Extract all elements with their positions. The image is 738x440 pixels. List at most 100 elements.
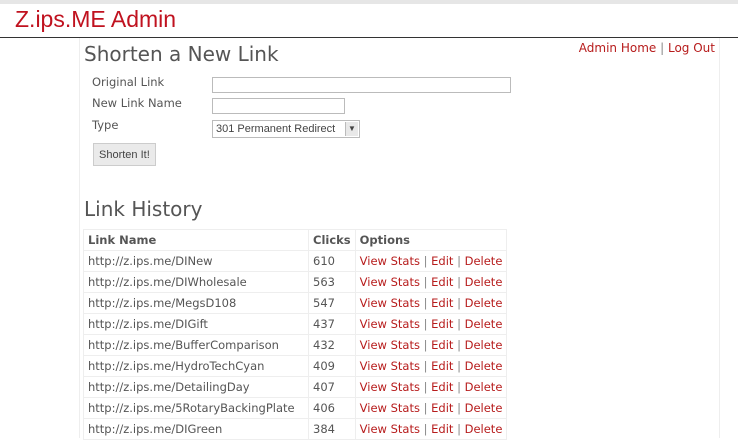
click-count: 407 xyxy=(308,376,356,398)
separator: | xyxy=(457,380,461,394)
log-out-link[interactable]: Log Out xyxy=(668,41,715,55)
options-cell: View Stats | Edit | Delete xyxy=(354,376,508,398)
separator: | xyxy=(423,359,428,373)
table-row: http://z.ips.me/HydroTechCyan 409 View S… xyxy=(83,355,508,377)
click-count: 409 xyxy=(308,355,356,377)
table-row: http://z.ips.me/MegsD108 547 View Stats … xyxy=(83,292,508,314)
link-history-title: Link History xyxy=(84,197,203,221)
options-cell: View Stats | Edit | Delete xyxy=(354,292,508,314)
type-select[interactable]: 301 Permanent Redirect ▼ xyxy=(212,120,360,138)
view-stats-link[interactable]: View Stats xyxy=(360,254,420,268)
separator: | xyxy=(457,254,461,268)
edit-link[interactable]: Edit xyxy=(431,380,453,394)
site-logo[interactable]: Z.ips.ME Admin xyxy=(15,6,176,33)
type-select-value: 301 Permanent Redirect xyxy=(216,123,336,135)
type-label: Type xyxy=(92,118,119,132)
separator: | xyxy=(457,359,461,373)
click-count: 563 xyxy=(308,271,356,293)
table-row: http://z.ips.me/DIGift 437 View Stats | … xyxy=(83,313,508,335)
click-count: 432 xyxy=(308,334,356,356)
edit-link[interactable]: Edit xyxy=(431,275,453,289)
view-stats-link[interactable]: View Stats xyxy=(360,317,420,331)
column-header: Clicks xyxy=(308,229,356,251)
link-name: http://z.ips.me/5RotaryBackingPlate xyxy=(83,397,309,419)
separator: | xyxy=(423,401,428,415)
view-stats-link[interactable]: View Stats xyxy=(360,296,420,310)
edit-link[interactable]: Edit xyxy=(431,422,453,436)
chevron-down-icon[interactable]: ▼ xyxy=(345,122,358,136)
separator: | xyxy=(423,338,428,352)
separator: | xyxy=(423,317,428,331)
delete-link[interactable]: Delete xyxy=(465,338,503,352)
delete-link[interactable]: Delete xyxy=(465,422,503,436)
new-link-name-label: New Link Name xyxy=(92,96,182,110)
delete-link[interactable]: Delete xyxy=(465,359,503,373)
edit-link[interactable]: Edit xyxy=(431,254,453,268)
view-stats-link[interactable]: View Stats xyxy=(360,275,420,289)
page-title: Shorten a New Link xyxy=(84,42,279,66)
options-cell: View Stats | Edit | Delete xyxy=(354,418,508,440)
delete-link[interactable]: Delete xyxy=(465,380,503,394)
link-name: http://z.ips.me/DIGift xyxy=(83,313,309,335)
nav-separator: | xyxy=(660,41,665,55)
top-bar xyxy=(0,0,738,4)
link-name: http://z.ips.me/HydroTechCyan xyxy=(83,355,309,377)
original-link-label: Original Link xyxy=(92,75,165,89)
separator: | xyxy=(423,380,428,394)
options-cell: View Stats | Edit | Delete xyxy=(354,271,508,293)
click-count: 437 xyxy=(308,313,356,335)
view-stats-link[interactable]: View Stats xyxy=(360,359,420,373)
separator: | xyxy=(457,401,461,415)
new-link-name-input[interactable] xyxy=(212,98,345,114)
link-name: http://z.ips.me/DIWholesale xyxy=(83,271,309,293)
table-row: http://z.ips.me/DINew 610 View Stats | E… xyxy=(83,250,508,272)
click-count: 406 xyxy=(308,397,356,419)
view-stats-link[interactable]: View Stats xyxy=(360,380,420,394)
table-row: http://z.ips.me/DIGreen 384 View Stats |… xyxy=(83,418,508,440)
separator: | xyxy=(423,275,428,289)
options-cell: View Stats | Edit | Delete xyxy=(354,250,508,272)
original-link-input[interactable] xyxy=(212,77,511,93)
delete-link[interactable]: Delete xyxy=(465,254,503,268)
table-row: http://z.ips.me/DetailingDay 407 View St… xyxy=(83,376,508,398)
edit-link[interactable]: Edit xyxy=(431,296,453,310)
edit-link[interactable]: Edit xyxy=(431,317,453,331)
link-name: http://z.ips.me/DINew xyxy=(83,250,309,272)
options-cell: View Stats | Edit | Delete xyxy=(354,397,508,419)
click-count: 547 xyxy=(308,292,356,314)
click-count: 384 xyxy=(308,418,356,440)
table-row: http://z.ips.me/5RotaryBackingPlate 406 … xyxy=(83,397,508,419)
view-stats-link[interactable]: View Stats xyxy=(360,422,420,436)
top-nav: Admin Home | Log Out xyxy=(579,41,715,55)
link-name: http://z.ips.me/DetailingDay xyxy=(83,376,309,398)
separator: | xyxy=(457,296,461,310)
link-name: http://z.ips.me/MegsD108 xyxy=(83,292,309,314)
table-row: http://z.ips.me/BufferComparison 432 Vie… xyxy=(83,334,508,356)
delete-link[interactable]: Delete xyxy=(465,275,503,289)
shorten-button[interactable]: Shorten It! xyxy=(93,143,156,166)
separator: | xyxy=(457,422,461,436)
edit-link[interactable]: Edit xyxy=(431,401,453,415)
options-cell: View Stats | Edit | Delete xyxy=(354,334,508,356)
table-row: http://z.ips.me/DIWholesale 563 View Sta… xyxy=(83,271,508,293)
view-stats-link[interactable]: View Stats xyxy=(360,338,420,352)
delete-link[interactable]: Delete xyxy=(465,317,503,331)
click-count: 610 xyxy=(308,250,356,272)
edit-link[interactable]: Edit xyxy=(431,359,453,373)
link-name: http://z.ips.me/DIGreen xyxy=(83,418,309,440)
link-history-table: Link Name Clicks Options http://z.ips.me… xyxy=(83,229,508,440)
column-header: Link Name xyxy=(83,229,309,251)
link-name: http://z.ips.me/BufferComparison xyxy=(83,334,309,356)
view-stats-link[interactable]: View Stats xyxy=(360,401,420,415)
column-header: Options xyxy=(354,229,508,251)
admin-home-link[interactable]: Admin Home xyxy=(579,41,657,55)
separator: | xyxy=(457,338,461,352)
delete-link[interactable]: Delete xyxy=(465,296,503,310)
separator: | xyxy=(423,296,428,310)
options-cell: View Stats | Edit | Delete xyxy=(354,355,508,377)
separator: | xyxy=(423,254,428,268)
delete-link[interactable]: Delete xyxy=(465,401,503,415)
edit-link[interactable]: Edit xyxy=(431,338,453,352)
options-cell: View Stats | Edit | Delete xyxy=(354,313,508,335)
separator: | xyxy=(457,275,461,289)
